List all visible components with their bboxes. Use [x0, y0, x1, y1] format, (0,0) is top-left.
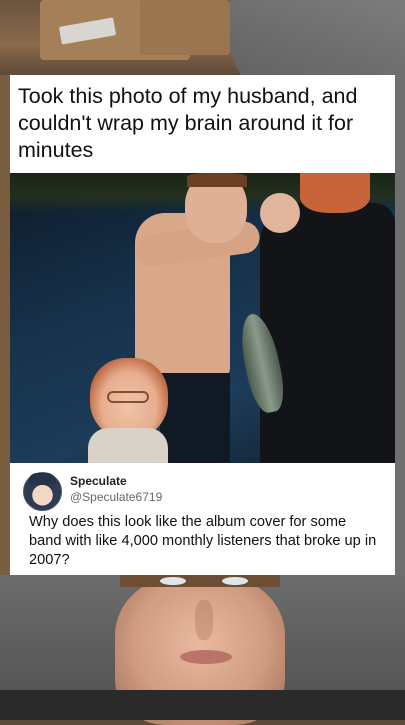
photo-boy-hand [260, 193, 300, 233]
post-caption: Took this photo of my husband, and could… [18, 84, 358, 162]
post-card: Took this photo of my husband, and could… [10, 75, 395, 575]
background-right-strip [395, 75, 405, 580]
tweet-author-handle[interactable]: @Speculate6719 [70, 490, 162, 504]
avatar-hair [28, 473, 56, 485]
tweet-text: Why does this look like the album cover … [29, 514, 377, 568]
tweet-reply: Speculate @Speculate6719 Why does this l… [10, 463, 395, 575]
background-chair-2 [140, 0, 230, 55]
creator-eye-left [160, 577, 186, 585]
photo-boy [260, 203, 395, 463]
creator-nose [195, 600, 213, 640]
photo-boy-head [300, 173, 370, 213]
background-left-strip [0, 75, 10, 580]
photo-girl-body [88, 428, 168, 463]
post-photo[interactable] [10, 173, 395, 463]
creator-shirt [0, 690, 405, 720]
photo-man-hair [187, 173, 247, 187]
creator-mouth [180, 650, 232, 664]
creator-hair [120, 575, 280, 587]
photo-man-pants [160, 373, 230, 463]
tweet-author-name[interactable]: Speculate [70, 474, 127, 488]
creator-eye-right [222, 577, 248, 585]
photo-girl-glasses [107, 391, 149, 403]
